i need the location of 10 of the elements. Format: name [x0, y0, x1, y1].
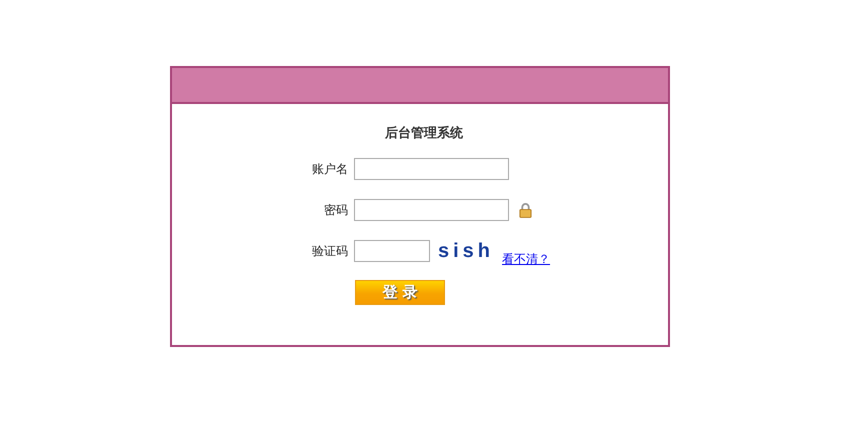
- field-label: 账户名: [311, 160, 348, 178]
- refresh-captcha-link[interactable]: 看不清？: [502, 251, 550, 268]
- captcha-field[interactable]: [354, 240, 430, 262]
- password-field[interactable]: [354, 199, 509, 221]
- field-label: 密码: [323, 202, 348, 218]
- username-field[interactable]: [354, 158, 509, 180]
- lock-icon: [519, 202, 532, 218]
- captcha-image: sish: [438, 240, 494, 262]
- field-label: 验证码: [311, 242, 348, 260]
- panel-title: 后台管理系统: [384, 124, 464, 142]
